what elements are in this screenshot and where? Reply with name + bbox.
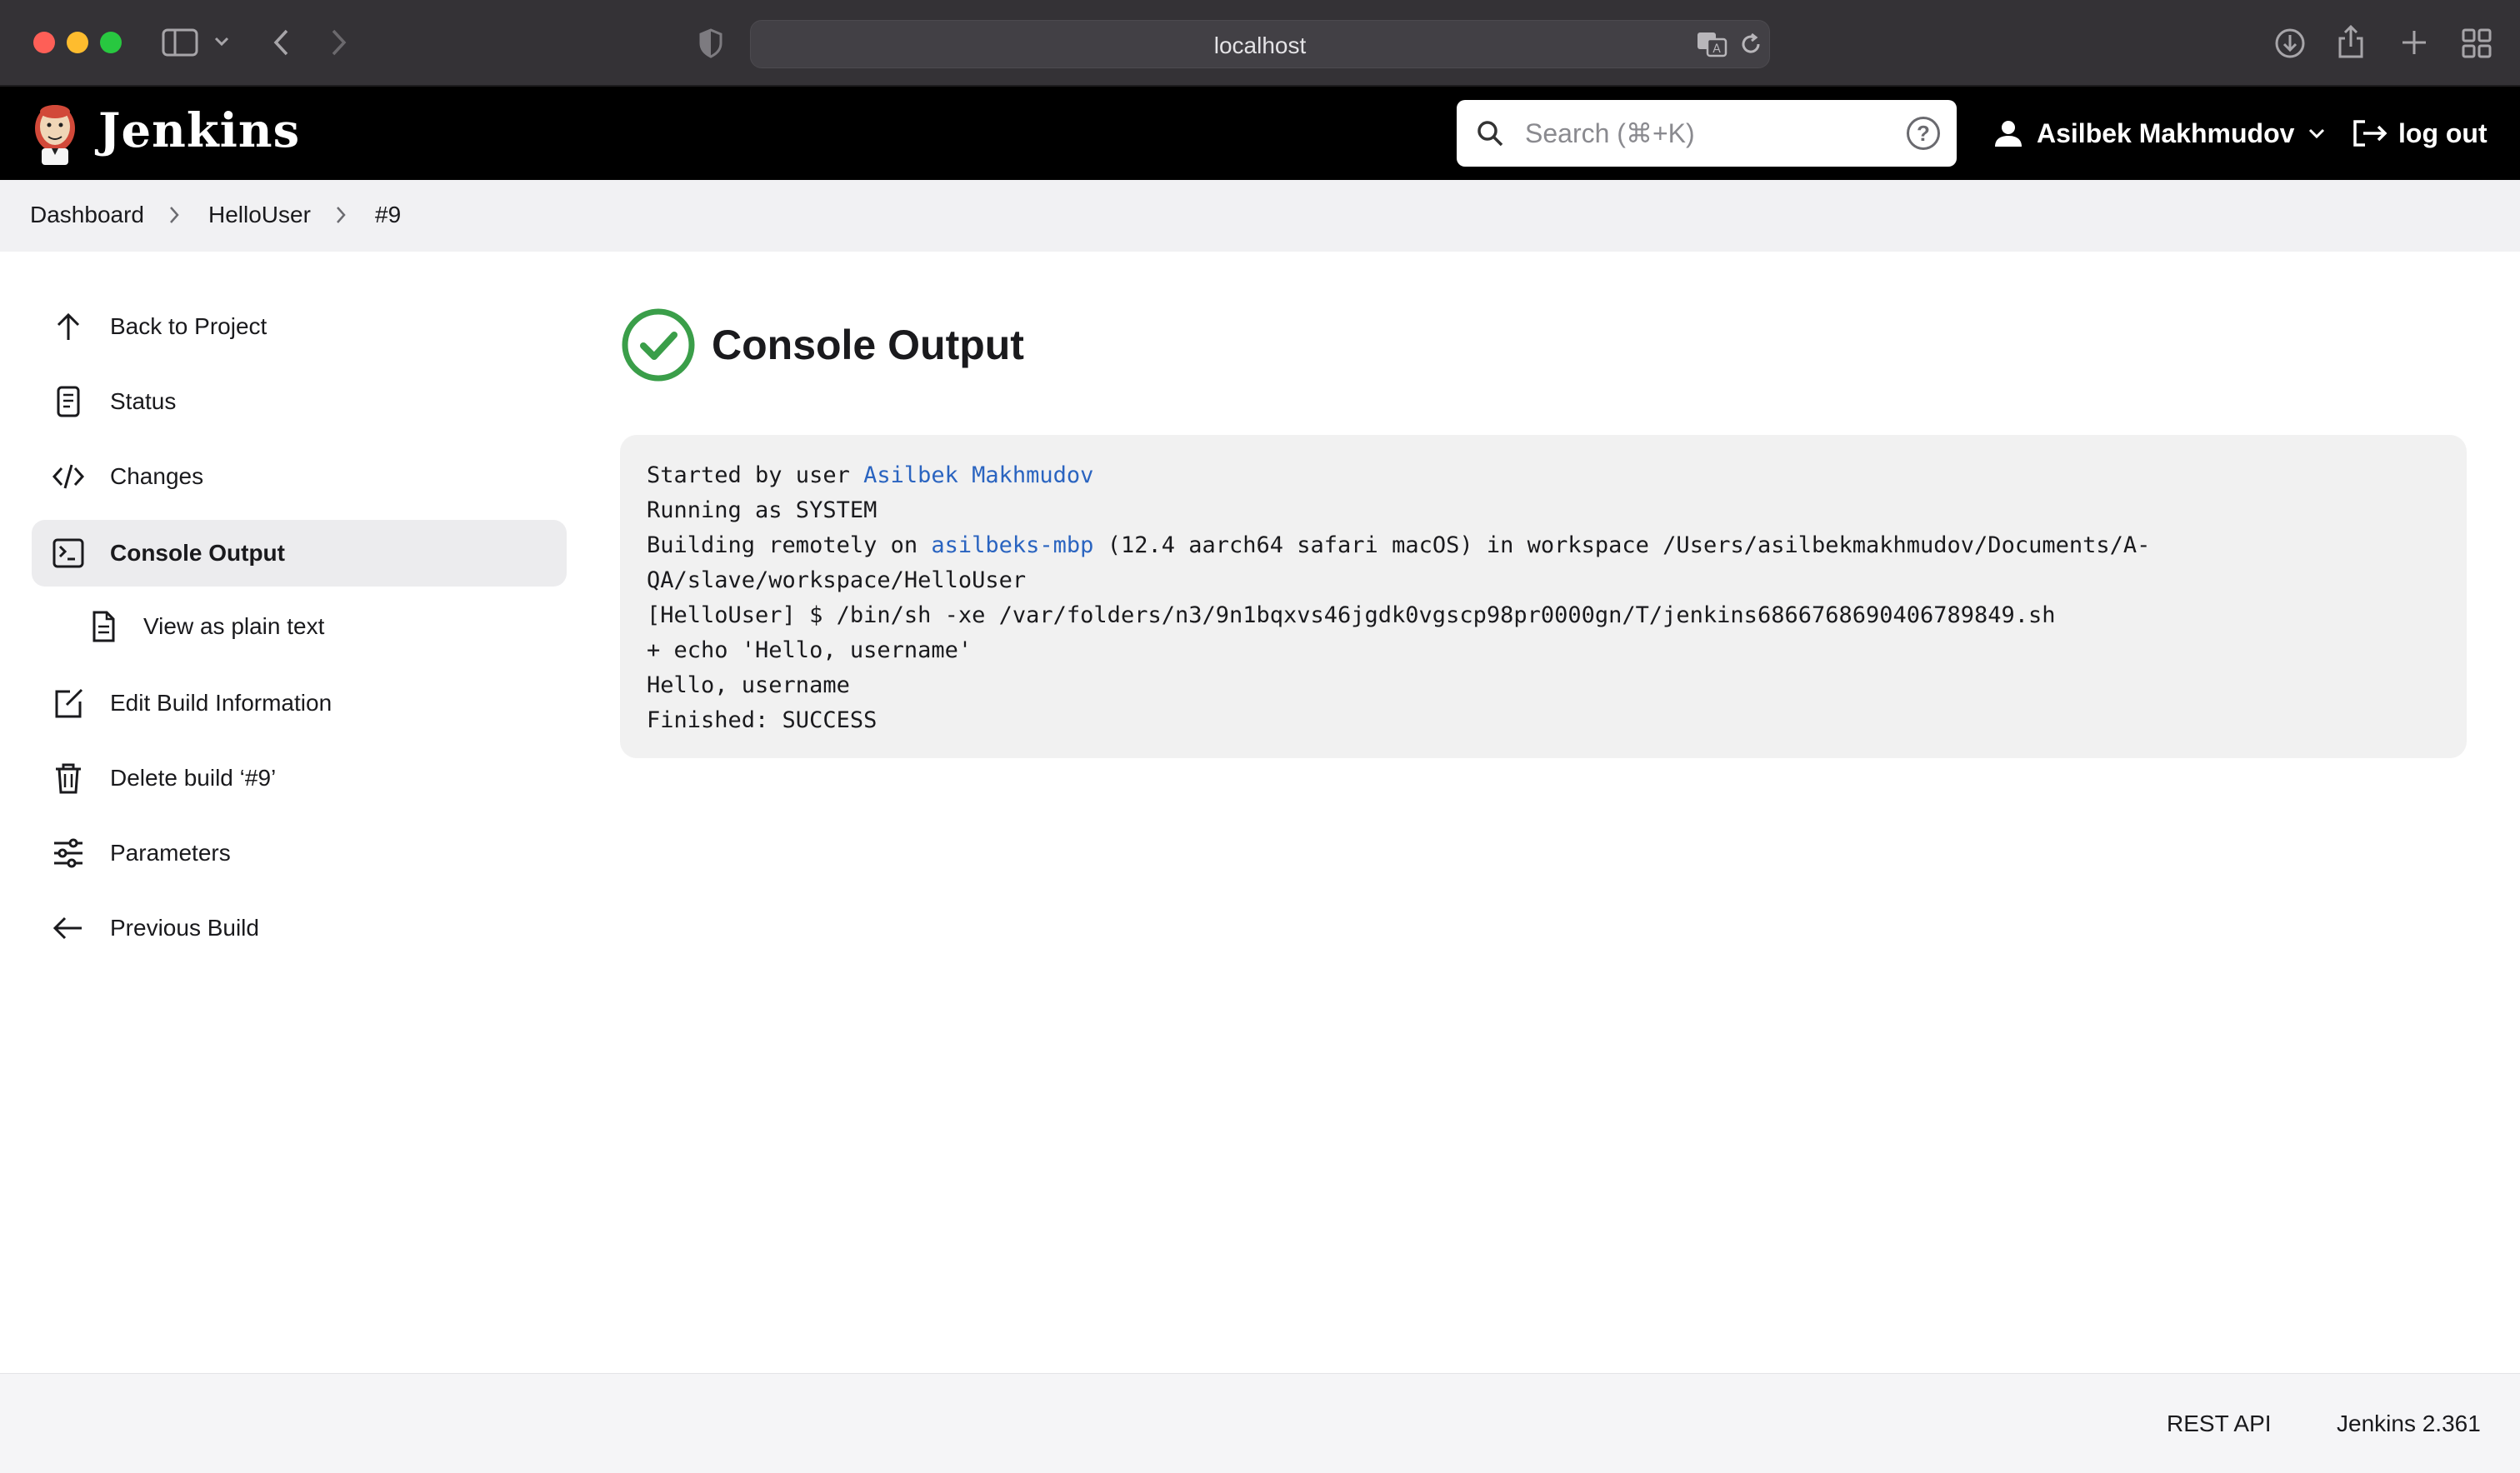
logout-label: log out (2398, 117, 2488, 148)
sidebar-item-label: Edit Build Information (110, 690, 332, 716)
sidebar-item-edit-build-information[interactable]: Edit Build Information (32, 670, 567, 736)
console-line: Finished: SUCCESS (647, 707, 878, 733)
forward-icon[interactable] (328, 28, 348, 57)
breadcrumb: Dashboard HelloUser #9 (0, 180, 2520, 252)
url-text: localhost (1213, 32, 1307, 58)
address-bar[interactable]: localhost A (750, 20, 1770, 68)
edit-icon (55, 688, 83, 718)
console-line: Running as SYSTEM (647, 497, 878, 523)
sidebar-item-changes[interactable]: Changes (32, 443, 567, 510)
chevron-down-icon[interactable] (213, 35, 230, 48)
sidebar-item-delete-build[interactable]: Delete build ‘#9’ (32, 745, 567, 811)
console-line: [HelloUser] $ /bin/sh -xe /var/folders/n… (647, 602, 2056, 628)
console-output: Started by user Asilbek Makhmudov Runnin… (620, 435, 2467, 758)
page-heading: Console Output (620, 307, 1024, 383)
console-line: Hello, username (647, 672, 850, 698)
app-title[interactable]: Jenkins (98, 103, 300, 158)
chevron-right-icon (170, 207, 179, 223)
svg-text:A: A (1712, 42, 1721, 56)
sidebar-item-back-to-project[interactable]: Back to Project (32, 293, 567, 360)
terminal-icon (52, 538, 84, 568)
sidebar-item-status[interactable]: Status (32, 368, 567, 435)
zoom-window-button[interactable] (100, 32, 122, 53)
jenkins-logo-icon[interactable] (30, 100, 80, 167)
downloads-icon[interactable] (2273, 27, 2307, 60)
back-icon[interactable] (272, 28, 292, 57)
tab-overview-icon[interactable] (2462, 28, 2492, 58)
console-line: (12.4 aarch64 safari macOS) in workspace… (1093, 532, 2151, 558)
breadcrumb-project[interactable]: HelloUser (208, 202, 311, 228)
minimize-window-button[interactable] (67, 32, 88, 53)
success-check-icon (622, 308, 695, 382)
breadcrumb-build[interactable]: #9 (375, 202, 401, 228)
sidebar-item-label: Changes (110, 463, 204, 489)
page-footer: REST API Jenkins 2.361 (0, 1373, 2520, 1473)
sidebar-toggle-icon[interactable] (162, 28, 198, 57)
version-link[interactable]: Jenkins 2.361 (2337, 1411, 2481, 1437)
search-box: ? (1457, 100, 1957, 167)
sliders-icon (54, 838, 82, 868)
sidebar-item-label: Previous Build (110, 915, 259, 941)
user-menu[interactable]: Asilbek Makhmudov (1992, 87, 2326, 180)
sidebar-item-label: Console Output (110, 540, 285, 566)
jenkins-header: Jenkins ? Asilbek Makhmudov log out (0, 87, 2520, 180)
browser-toolbar: localhost A (0, 0, 2520, 87)
share-icon[interactable] (2337, 23, 2365, 60)
logout-icon (2353, 120, 2388, 147)
sidebar-item-view-plain-text[interactable]: View as plain text (50, 593, 567, 660)
sidebar-item-previous-build[interactable]: Previous Build (32, 895, 567, 961)
chevron-down-icon (2309, 128, 2325, 139)
sidebar-item-label: Parameters (110, 840, 231, 866)
search-input[interactable] (1525, 110, 1875, 157)
code-icon (52, 464, 85, 489)
sidebar-item-console-output[interactable]: Console Output (32, 520, 567, 587)
file-icon (92, 611, 115, 642)
user-link[interactable]: Asilbek Makhmudov (863, 462, 1093, 488)
privacy-shield-icon[interactable] (698, 28, 723, 58)
chevron-right-icon (337, 207, 346, 223)
help-icon[interactable]: ? (1907, 117, 1940, 150)
user-name: Asilbek Makhmudov (2037, 117, 2295, 148)
new-tab-icon[interactable] (2400, 28, 2428, 57)
arrow-left-icon (52, 916, 82, 940)
reload-icon[interactable] (1739, 32, 1762, 56)
close-window-button[interactable] (33, 32, 55, 53)
document-icon (57, 386, 80, 417)
logout-link[interactable]: log out (2352, 87, 2488, 180)
breadcrumb-dashboard[interactable]: Dashboard (30, 202, 144, 228)
trash-icon (56, 763, 81, 794)
page-title: Console Output (712, 322, 1024, 368)
sidebar-item-label: Delete build ‘#9’ (110, 765, 277, 791)
sidebar-item-label: View as plain text (143, 613, 325, 639)
page-content: Back to Project Status Changes Console O… (0, 252, 2520, 1373)
console-line: QA/slave/workspace/HelloUser (647, 567, 1027, 593)
translate-icon[interactable]: A (1696, 31, 1728, 57)
console-line: + echo 'Hello, username' (647, 637, 972, 663)
user-icon (1995, 121, 2022, 147)
sidebar-item-label: Back to Project (110, 313, 268, 339)
rest-api-link[interactable]: REST API (2167, 1411, 2272, 1437)
arrow-up-icon (57, 312, 80, 340)
sidebar-item-label: Status (110, 388, 177, 414)
sidebar-item-parameters[interactable]: Parameters (32, 820, 567, 886)
node-link[interactable]: asilbeks-mbp (931, 532, 1093, 558)
console-line: Started by user (647, 462, 864, 488)
search-icon (1478, 121, 1503, 147)
console-line: Building remotely on (647, 532, 932, 558)
